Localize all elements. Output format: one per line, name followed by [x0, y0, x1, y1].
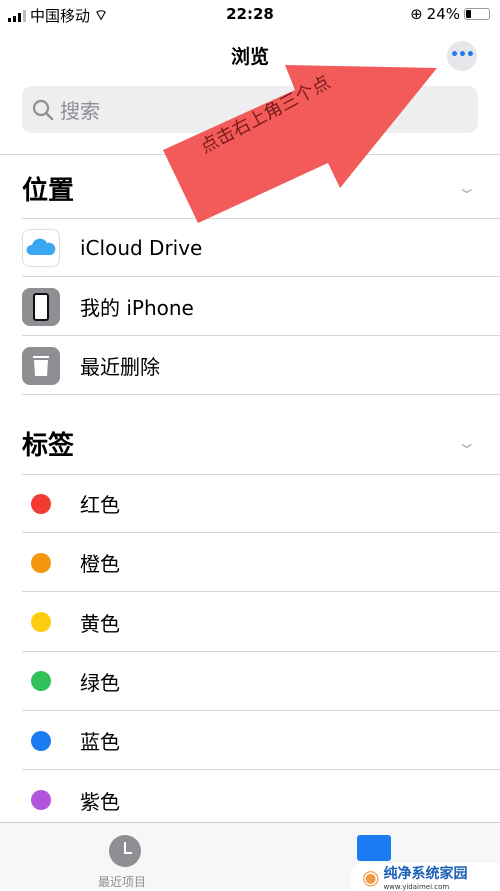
- tab-recents-label: 最近项目: [98, 875, 147, 889]
- tag-color-dot: [31, 671, 51, 692]
- tag-row[interactable]: 橙色: [0, 533, 500, 593]
- iphone-icon: [22, 287, 60, 326]
- trash-icon: [22, 346, 60, 385]
- tag-label: 红色: [80, 493, 120, 517]
- tags-header[interactable]: 标签: [22, 425, 74, 462]
- tag-label: 黄色: [80, 611, 120, 636]
- tag-row[interactable]: 绿色: [0, 652, 500, 711]
- tag-label: 紫色: [80, 789, 120, 814]
- chevron-down-icon[interactable]: ⌄: [456, 433, 477, 452]
- tag-color-dot: [31, 552, 51, 573]
- tag-color-dot: [31, 612, 51, 633]
- tab-browse-folder-icon[interactable]: [357, 835, 391, 861]
- location-recently-deleted[interactable]: 最近删除: [0, 336, 500, 395]
- tag-row[interactable]: 红色: [0, 474, 500, 533]
- tag-color-dot: [31, 730, 51, 751]
- location-label: 最近删除: [80, 355, 160, 379]
- tag-label: 橙色: [80, 552, 120, 577]
- tag-label: 蓝色: [80, 730, 120, 755]
- location-my-iphone[interactable]: 我的 iPhone: [0, 277, 500, 336]
- location-label: 我的 iPhone: [80, 296, 194, 320]
- tag-row[interactable]: 黄色: [0, 593, 500, 652]
- tag-color-dot: [31, 790, 51, 810]
- tag-label: 绿色: [80, 670, 120, 695]
- clock-icon: [109, 835, 141, 867]
- tab-bar: 最近项目 ◉ 纯净系统家园 www.yidaimei.com: [0, 822, 500, 891]
- tag-color-dot: [31, 493, 51, 514]
- watermark-logo: ◉ 纯净系统家园 www.yidaimei.com: [350, 863, 500, 891]
- tag-row[interactable]: 紫色: [0, 771, 500, 830]
- tag-row[interactable]: 蓝色: [0, 711, 500, 771]
